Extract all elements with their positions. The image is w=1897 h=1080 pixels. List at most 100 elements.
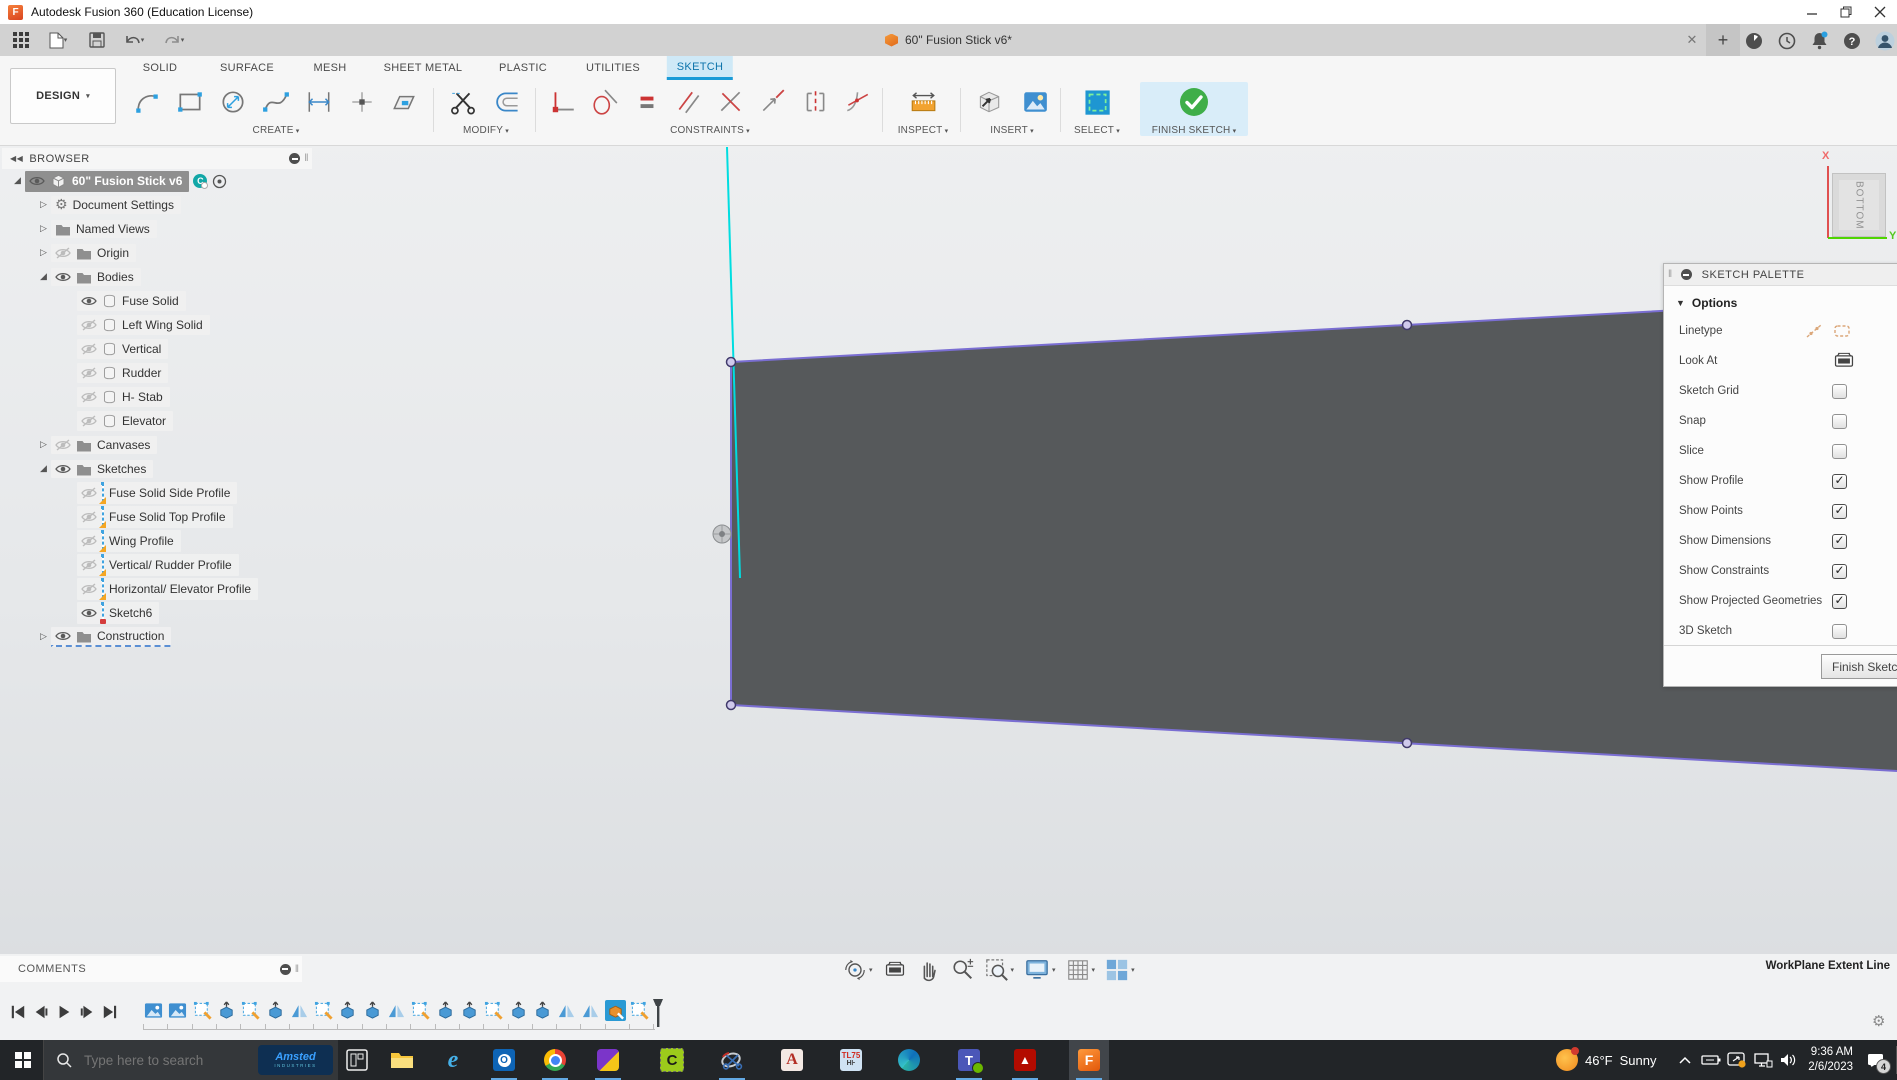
viewcube-face-bottom[interactable]: BOTTOM [1832, 173, 1886, 237]
tray-chevron-up-icon[interactable] [1672, 1040, 1698, 1080]
network-icon[interactable] [1750, 1040, 1776, 1080]
start-button[interactable] [0, 1040, 46, 1080]
browser-item-left-wing-solid[interactable]: Left Wing Solid [2, 313, 312, 337]
redo-icon[interactable]: ▾ [156, 28, 192, 52]
close-button[interactable] [1863, 0, 1897, 24]
origin-widget[interactable] [713, 525, 731, 543]
tree-expand-icon[interactable]: ◢ [36, 272, 51, 282]
symmetry-tool-icon[interactable] [798, 84, 832, 120]
visibility-eye-off-icon[interactable] [81, 367, 97, 379]
timeline-feature-sketch-3[interactable] [192, 1000, 213, 1021]
ribbon-tab-utilities[interactable]: UTILITIES [576, 56, 650, 80]
speaker-volume-icon[interactable] [1776, 1040, 1802, 1080]
group-label-inspect[interactable]: INSPECT [888, 125, 958, 136]
browser-item-bodies[interactable]: ◢Bodies [2, 265, 312, 289]
decal-tool-icon[interactable] [972, 84, 1006, 120]
show-constraints-checkbox[interactable] [1832, 564, 1847, 579]
slice-checkbox[interactable] [1832, 444, 1847, 459]
tree-expand-icon[interactable]: ▷ [36, 200, 51, 210]
navbar-display-settings-icon[interactable]: ▾ [1021, 958, 1059, 982]
browser-item-h-stab[interactable]: H- Stab [2, 385, 312, 409]
amsted-industries-badge[interactable]: Amsted INDUSTRIES [258, 1045, 333, 1075]
tree-expand-icon[interactable]: ◢ [36, 464, 51, 474]
browser-item-sketches[interactable]: ◢Sketches [2, 457, 312, 481]
save-icon[interactable] [84, 28, 110, 52]
select-marquee-tool-icon[interactable] [1080, 84, 1114, 120]
browser-item-rudder[interactable]: Rudder [2, 361, 312, 385]
sketch-palette-header[interactable]: ‖ SKETCH PALETTE [1664, 264, 1897, 286]
timeline-feature-sketch-15[interactable] [483, 1000, 504, 1021]
visibility-eye-off-icon[interactable] [81, 487, 97, 499]
ribbon-tab-solid[interactable]: SOLID [133, 56, 188, 80]
timeline-feature-edit-sketch-20[interactable] [605, 1000, 626, 1021]
canvas-image-tool-icon[interactable] [1018, 84, 1052, 120]
visibility-eye-off-icon[interactable] [81, 343, 97, 355]
ribbon-tab-sketch[interactable]: SKETCH [667, 56, 733, 80]
visibility-eye-off-icon[interactable] [81, 511, 97, 523]
ribbon-tab-mesh[interactable]: MESH [304, 56, 357, 80]
browser-grip-handle[interactable]: ‖ [304, 153, 309, 164]
browser-header[interactable]: ◀◀ BROWSER ‖ [2, 148, 312, 169]
browser-item-vertical[interactable]: Vertical [2, 337, 312, 361]
taskbar-app-teams[interactable]: T [949, 1040, 989, 1080]
show-profile-checkbox[interactable] [1832, 474, 1847, 489]
taskbar-clock[interactable]: 9:36 AM 2/6/2023 [1808, 1045, 1853, 1075]
generative-badge[interactable]: C [193, 174, 207, 188]
workspace-design-menu[interactable]: DESIGN▾ [10, 68, 116, 124]
taskbar-app-purple-flag-app[interactable] [588, 1040, 628, 1080]
navbar-look-at-icon[interactable] [880, 959, 910, 981]
visibility-eye-icon[interactable] [55, 630, 71, 642]
browser-item-canvases[interactable]: ▷Canvases [2, 433, 312, 457]
timeline-feature-mirror-7[interactable] [289, 1000, 310, 1021]
dimension-tool-icon[interactable] [302, 84, 336, 120]
comments-bar[interactable]: COMMENTS ‖ [0, 956, 302, 982]
browser-item-horizontal-elevator-profile[interactable]: Horizontal/ Elevator Profile [2, 577, 312, 601]
timeline-step-forward[interactable] [77, 1002, 97, 1022]
visibility-eye-icon[interactable] [29, 175, 45, 187]
tree-expand-icon[interactable]: ▷ [36, 224, 51, 234]
tree-expand-icon[interactable]: ▷ [36, 248, 51, 258]
visibility-eye-icon[interactable] [55, 463, 71, 475]
collinear-tool-icon[interactable] [756, 84, 790, 120]
group-label-modify[interactable]: MODIFY [440, 125, 532, 136]
parallel-tool-icon[interactable] [672, 84, 706, 120]
job-status-icon[interactable] [1742, 29, 1765, 52]
timeline-feature-mirror-18[interactable] [556, 1000, 577, 1021]
browser-item-named-views[interactable]: ▷Named Views [2, 217, 312, 241]
snap-checkbox[interactable] [1832, 414, 1847, 429]
visibility-eye-off-icon[interactable] [81, 559, 97, 571]
finish-sketch-button[interactable]: Finish Sketch [1821, 654, 1897, 679]
tree-expand-icon[interactable]: ◢ [10, 176, 25, 186]
browser-item-fuse-solid[interactable]: Fuse Solid [2, 289, 312, 313]
timeline-feature-mirror-11[interactable] [386, 1000, 407, 1021]
taskbar-app-task-view[interactable] [337, 1040, 377, 1080]
tree-expand-icon[interactable]: ▷ [36, 632, 51, 642]
timeline-feature-sketch-21[interactable] [629, 1000, 650, 1021]
ribbon-tab-plastic[interactable]: PLASTIC [489, 56, 557, 80]
tree-expand-icon[interactable]: ▷ [36, 440, 51, 450]
arc-tool-icon[interactable] [130, 84, 164, 120]
group-label-create[interactable]: CREATE [126, 125, 426, 136]
visibility-eye-off-icon[interactable] [55, 439, 71, 451]
taskbar-app-tl75-tool[interactable]: TL75H⊦ [831, 1040, 871, 1080]
activate-target-icon[interactable] [212, 174, 227, 189]
circle-tool-icon[interactable] [216, 84, 250, 120]
timeline-feature-extrude-9[interactable] [337, 1000, 358, 1021]
group-label-select[interactable]: SELECT [1066, 125, 1128, 136]
browser-item-wing-profile[interactable]: Wing Profile [2, 529, 312, 553]
browser-item-vertical-rudder-profile[interactable]: Vertical/ Rudder Profile [2, 553, 312, 577]
taskbar-app-edge[interactable] [889, 1040, 929, 1080]
project-tool-icon[interactable] [387, 84, 421, 120]
timeline-feature-extrude-14[interactable] [459, 1000, 480, 1021]
show-points-checkbox[interactable] [1832, 504, 1847, 519]
curvature-tool-icon[interactable] [840, 84, 874, 120]
browser-collapse-icon[interactable] [289, 153, 300, 164]
spline-tool-icon[interactable] [259, 84, 293, 120]
measure-tool-icon[interactable] [906, 84, 940, 120]
group-label-constraints[interactable]: CONSTRAINTS [542, 125, 878, 136]
navbar-zoom-icon[interactable] [948, 958, 978, 982]
file-menu-icon[interactable]: ▾ [40, 28, 76, 52]
browser-item-sketch6[interactable]: Sketch6 [2, 601, 312, 625]
browser-item-elevator[interactable]: Elevator [2, 409, 312, 433]
browser-item-fuse-solid-top-profile[interactable]: Fuse Solid Top Profile [2, 505, 312, 529]
